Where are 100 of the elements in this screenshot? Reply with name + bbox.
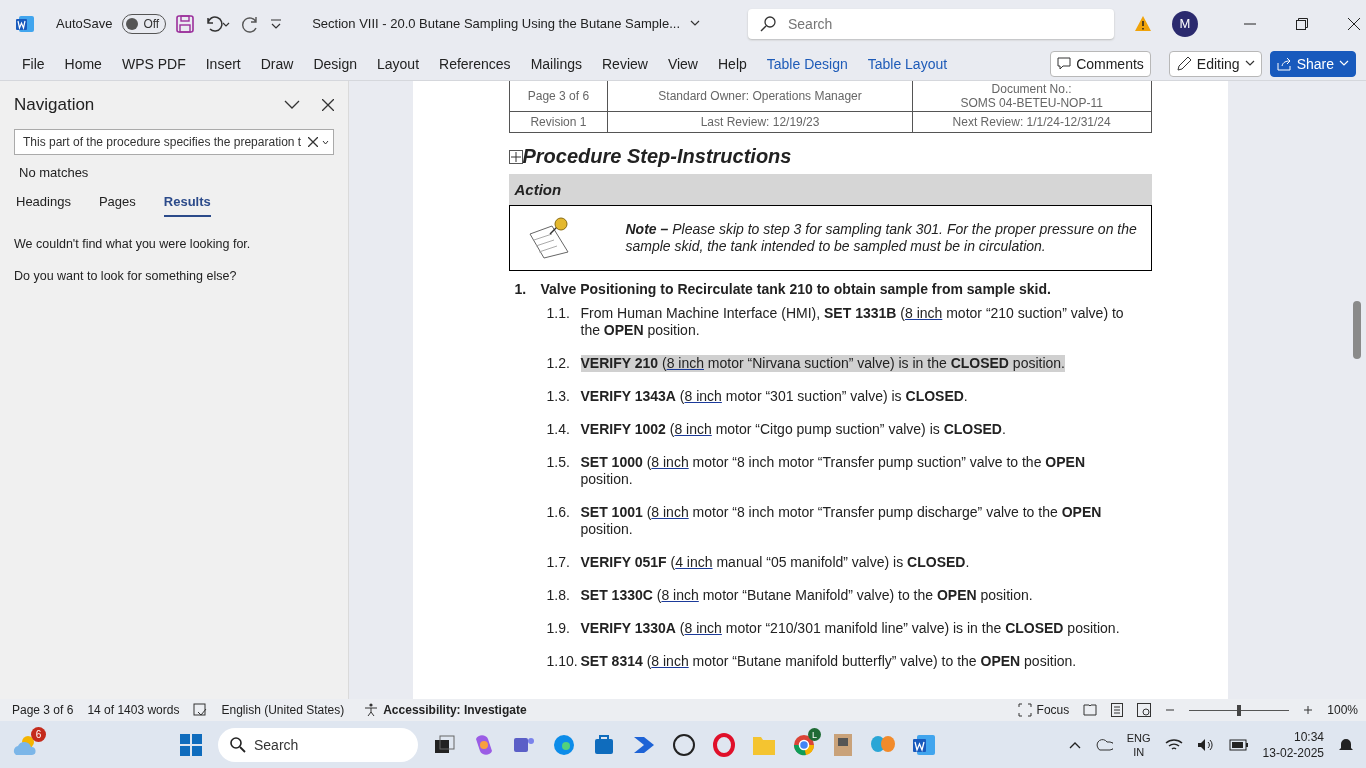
volume-icon[interactable]	[1196, 738, 1215, 752]
warning-icon[interactable]	[1134, 15, 1152, 32]
page-count[interactable]: Page 3 of 6	[12, 703, 74, 717]
start-icon[interactable]	[180, 734, 202, 756]
edge-icon[interactable]	[552, 733, 576, 757]
save-icon[interactable]	[176, 14, 195, 33]
input-language[interactable]: ENG IN	[1126, 731, 1151, 759]
chevron-up-icon[interactable]	[1068, 741, 1081, 749]
substep-number: 1.10.	[546, 653, 579, 670]
ribbon-tab[interactable]: References	[429, 51, 521, 76]
language-status[interactable]: English (United States)	[221, 703, 345, 717]
taskbar-search-field[interactable]: Search	[218, 728, 418, 762]
substep-text: SET 1000 (8 inch motor “8 inch motor “Transfer pump suction” valve to the OPEN position.	[580, 454, 1086, 488]
task-view-icon[interactable]	[434, 735, 456, 755]
web-layout-icon[interactable]	[1137, 703, 1152, 717]
accessibility-status[interactable]: Accessibility: Investigate	[383, 703, 527, 717]
zoom-in-icon[interactable]	[1303, 705, 1314, 715]
ribbon-tab[interactable]: Table Design	[756, 51, 858, 76]
hyperlink[interactable]: 8 inch	[674, 421, 712, 437]
ribbon-tab[interactable]: Layout	[367, 51, 430, 76]
opera-icon[interactable]	[712, 733, 736, 757]
section-heading: Procedure Step-Instructions	[522, 145, 792, 168]
restore-icon[interactable]	[1296, 17, 1308, 30]
header-cell: Page 3 of 6	[509, 81, 608, 112]
editing-button[interactable]: Editing	[1168, 50, 1262, 77]
hyperlink[interactable]: 8 inch	[651, 454, 689, 470]
hyperlink[interactable]: 8 inch	[684, 620, 722, 636]
word-icon[interactable]	[912, 733, 936, 757]
document-title[interactable]: Section VIII - 20.0 Butane Sampling Using the Butane Sample...	[312, 16, 680, 31]
hyperlink[interactable]: 8 inch	[904, 305, 943, 321]
chrome-icon[interactable]	[792, 733, 816, 757]
read-mode-icon[interactable]	[1083, 704, 1098, 716]
chevron-icon[interactable]	[284, 100, 300, 110]
hyperlink[interactable]: 8 inch	[651, 653, 689, 669]
hyperlink[interactable]: 8 inch	[651, 504, 689, 520]
word-logo-icon	[16, 14, 34, 33]
search-icon	[230, 737, 246, 753]
focus-icon[interactable]	[1017, 703, 1032, 717]
substep-number: 1.1.	[546, 305, 571, 323]
ribbon-tab[interactable]: Home	[54, 51, 112, 76]
chevron-icon[interactable]	[322, 139, 329, 145]
focus-button[interactable]: Focus	[1036, 703, 1070, 717]
clock[interactable]: 10:34 13-02-2025	[1262, 729, 1324, 761]
ribbon-tab[interactable]: WPS PDF	[111, 51, 196, 76]
move-handle-icon[interactable]	[508, 149, 523, 164]
navigation-tab[interactable]: Pages	[98, 194, 136, 217]
clear-icon[interactable]	[308, 137, 318, 147]
navigation-tab[interactable]: Results	[163, 194, 211, 217]
header-cell: Standard Owner: Operations Manager	[607, 81, 913, 112]
battery-icon[interactable]	[1228, 739, 1249, 751]
substep-text: SET 1001 (8 inch motor “8 inch motor “Transfer pump discharge” valve to the OPEN position.	[580, 504, 1103, 538]
substep-text: SET 8314 (8 inch motor “Butane manifold butterfly” valve) to the OPEN position.	[580, 653, 1078, 670]
user-avatar[interactable]: M	[1172, 10, 1198, 37]
step-title: Valve Positioning to Recirculate tank 210 to obtain sample from sample skid.	[540, 281, 1051, 297]
close-icon[interactable]	[322, 99, 334, 111]
substep-text: VERIFY 1002 (8 inch motor “Citgo pump suction” valve) is CLOSED.	[580, 421, 1007, 438]
header-cell: Next Review: 1/1/24-12/31/24	[912, 111, 1151, 133]
hyperlink[interactable]: 8 inch	[684, 388, 722, 404]
search-field[interactable]: Search	[748, 8, 1114, 39]
store-icon[interactable]	[592, 733, 616, 757]
hyperlink[interactable]: 8 inch	[666, 355, 704, 371]
result-message: Do you want to look for something else?	[14, 269, 238, 283]
substep-number: 1.6.	[546, 504, 571, 522]
navigation-search-field[interactable]: This part of the procedure specifies the preparation t	[14, 129, 334, 155]
comment-icon	[1057, 57, 1072, 70]
header-cell: Last Review: 12/19/23	[607, 111, 913, 133]
navigation-tab[interactable]: Headings	[16, 194, 71, 217]
ribbon-tab[interactable]: Help	[708, 51, 757, 76]
chevron-icon	[1339, 60, 1349, 67]
wifi-icon[interactable]	[1164, 738, 1183, 752]
search-status: No matches	[19, 165, 90, 180]
autosave-label: AutoSave	[56, 16, 113, 31]
hyperlink[interactable]: 4 inch	[675, 554, 713, 570]
accessibility-icon[interactable]	[364, 703, 379, 717]
ribbon-tab[interactable]: Review	[592, 51, 658, 76]
undo-icon[interactable]	[204, 14, 231, 33]
hyperlink[interactable]: 8 inch	[661, 587, 699, 603]
ribbon-tab[interactable]: Draw	[250, 51, 304, 76]
substep-number: 1.8.	[546, 587, 571, 604]
zoom-percent[interactable]: 100%	[1327, 703, 1358, 717]
profile-badge: L	[808, 728, 821, 741]
ribbon-tab[interactable]: File	[12, 51, 55, 76]
close-icon[interactable]	[1348, 17, 1360, 30]
share-button[interactable]: Share	[1269, 50, 1356, 77]
ribbon-tab[interactable]: Design	[303, 51, 367, 76]
ribbon-tab[interactable]: Mailings	[520, 51, 592, 76]
ribbon-tab[interactable]: Insert	[195, 51, 251, 76]
result-message: We couldn't find what you were looking for.	[14, 237, 252, 251]
notification-icon[interactable]	[1338, 737, 1354, 753]
print-layout-icon[interactable]	[1111, 703, 1124, 717]
ribbon-tab[interactable]: Table Layout	[857, 51, 958, 76]
customize-icon[interactable]	[270, 17, 283, 30]
chevron-icon[interactable]	[690, 20, 700, 27]
substep-number: 1.5.	[546, 454, 571, 472]
navigation-title: Navigation	[14, 95, 96, 115]
word-count[interactable]: 14 of 1403 words	[87, 703, 180, 717]
ribbon-tab[interactable]: View	[657, 51, 708, 76]
proofing-icon[interactable]	[193, 703, 208, 717]
comments-button[interactable]: Comments	[1050, 50, 1151, 77]
header-cell: Revision 1	[509, 111, 608, 133]
